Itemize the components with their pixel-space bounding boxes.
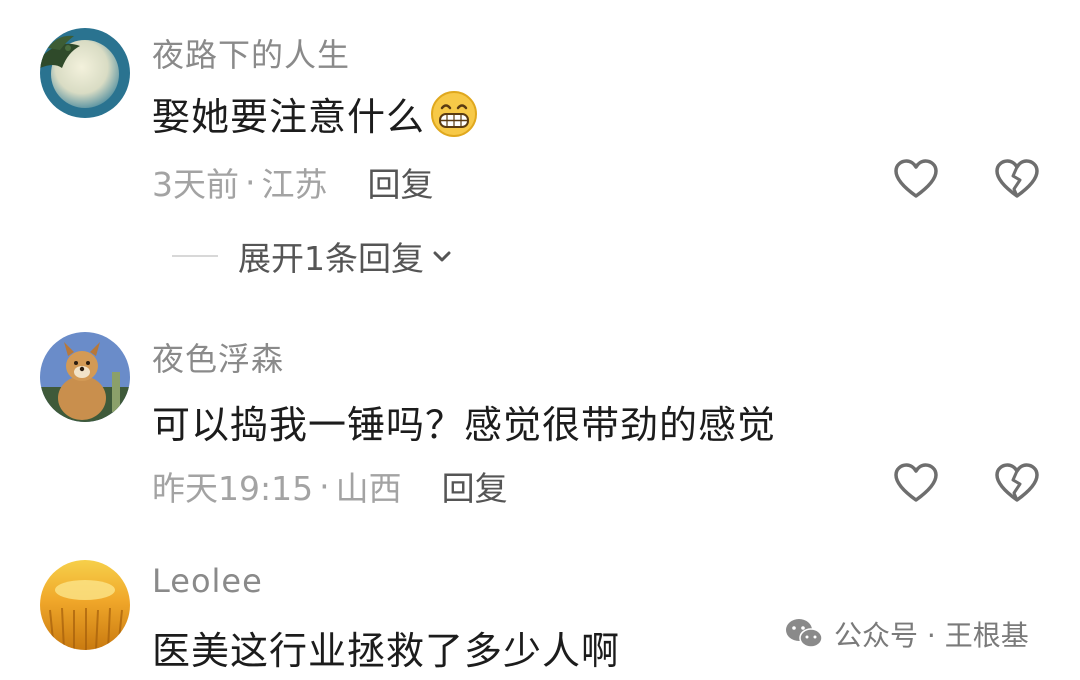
chevron-down-icon (433, 251, 451, 262)
like-button[interactable] (892, 156, 940, 204)
comment-time: 昨天19:15 (152, 469, 314, 508)
comment-time: 3天前 (152, 165, 239, 204)
comment-meta: 3天前 · 江苏 回复 (152, 158, 434, 206)
wechat-icon (786, 619, 823, 648)
reply-button[interactable]: 回复 (368, 158, 434, 206)
comment-text: 可以捣我一锤吗？感觉很带劲的感觉 (152, 403, 777, 447)
comment-username[interactable]: 夜色浮森 (152, 334, 284, 380)
broken-heart-icon (995, 463, 1039, 502)
divider-line (172, 255, 218, 257)
like-button[interactable] (892, 460, 940, 508)
avatar[interactable] (40, 28, 130, 118)
comment-text: 娶她要注意什么 (152, 86, 479, 141)
comment-meta: 昨天19:15 · 山西 回复 (152, 462, 508, 510)
comment-location: 江苏 (261, 165, 328, 204)
comment-text-content: 娶她要注意什么 (152, 95, 426, 139)
heart-icon (894, 159, 938, 198)
comment-text: 医美这行业拯救了多少人啊 (152, 629, 621, 673)
comment-username[interactable]: Leolee (152, 562, 263, 600)
avatar[interactable] (40, 332, 130, 422)
avatar[interactable] (40, 560, 130, 650)
dislike-button[interactable] (993, 156, 1041, 204)
meta-separator: · (245, 162, 256, 202)
reply-button[interactable]: 回复 (442, 462, 508, 510)
expand-replies-label: 展开1条回复 (238, 239, 424, 278)
watermark: 公众号 · 王根基 (784, 614, 1029, 654)
broken-heart-icon (995, 159, 1039, 198)
watermark-label: 公众号 · 王根基 (834, 619, 1029, 652)
comment-username[interactable]: 夜路下的人生 (152, 30, 350, 76)
grinning-face-icon (429, 89, 479, 139)
comment-location: 山西 (335, 469, 402, 508)
meta-separator: · (319, 466, 330, 506)
heart-icon (894, 463, 938, 502)
dislike-button[interactable] (993, 460, 1041, 508)
expand-replies-button[interactable]: 展开1条回复 (172, 232, 454, 280)
